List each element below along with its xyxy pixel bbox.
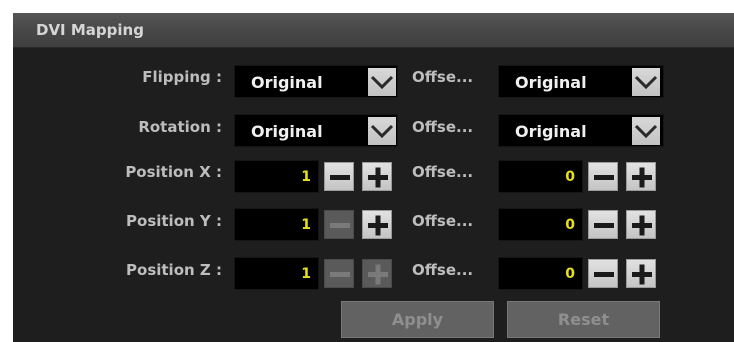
flipping-label: Flipping : <box>142 68 222 86</box>
position-x-offset-decrement-button[interactable] <box>588 162 618 191</box>
position-z-decrement-button[interactable] <box>324 259 354 288</box>
position-x-offset-increment-button[interactable] <box>626 162 656 191</box>
reset-button[interactable]: Reset <box>507 301 660 338</box>
flipping-offset-select[interactable]: Original <box>498 65 664 98</box>
position-z-offset-decrement-button[interactable] <box>588 259 618 288</box>
plus-icon <box>368 264 388 285</box>
flipping-value: Original <box>251 73 323 92</box>
position-z-value: 1 <box>301 266 311 282</box>
rotation-offset-label: Offse... <box>412 118 474 136</box>
position-z-label: Position Z : <box>126 261 222 279</box>
rotation-value: Original <box>251 122 323 141</box>
position-y-offset-field[interactable]: 0 <box>498 208 583 241</box>
apply-button[interactable]: Apply <box>341 301 494 338</box>
position-y-offset-label: Offse... <box>412 212 474 230</box>
minus-icon <box>594 272 614 277</box>
dvi-mapping-panel: DVI Mapping Flipping : Original Offse...… <box>13 13 734 342</box>
plus-icon <box>632 215 652 236</box>
position-x-label: Position X : <box>125 163 222 181</box>
position-y-offset-value: 0 <box>565 217 575 233</box>
position-z-offset-field[interactable]: 0 <box>498 257 583 290</box>
position-y-label: Position Y : <box>126 212 222 230</box>
position-y-decrement-button[interactable] <box>324 210 354 239</box>
minus-icon <box>594 175 614 180</box>
flipping-offset-value: Original <box>515 73 587 92</box>
position-z-offset-label: Offse... <box>412 261 474 279</box>
chevron-down-icon[interactable] <box>368 68 396 96</box>
plus-icon <box>632 167 652 188</box>
chevron-down-icon[interactable] <box>632 117 660 145</box>
position-z-offset-value: 0 <box>565 266 575 282</box>
position-y-offset-decrement-button[interactable] <box>588 210 618 239</box>
position-x-offset-field[interactable]: 0 <box>498 160 583 193</box>
position-x-field[interactable]: 1 <box>234 160 319 193</box>
position-y-value: 1 <box>301 217 311 233</box>
minus-icon <box>594 223 614 228</box>
position-x-offset-value: 0 <box>565 169 575 185</box>
rotation-offset-value: Original <box>515 122 587 141</box>
position-z-offset-increment-button[interactable] <box>626 259 656 288</box>
position-z-increment-button[interactable] <box>362 259 392 288</box>
rotation-offset-select[interactable]: Original <box>498 114 664 147</box>
rotation-select[interactable]: Original <box>234 114 398 147</box>
position-x-offset-label: Offse... <box>412 163 474 181</box>
position-y-field[interactable]: 1 <box>234 208 319 241</box>
plus-icon <box>368 167 388 188</box>
position-y-increment-button[interactable] <box>362 210 392 239</box>
minus-icon <box>330 223 350 228</box>
plus-icon <box>368 215 388 236</box>
position-x-increment-button[interactable] <box>362 162 392 191</box>
position-x-value: 1 <box>301 169 311 185</box>
plus-icon <box>632 264 652 285</box>
flipping-offset-label: Offse... <box>412 68 474 86</box>
chevron-down-icon[interactable] <box>632 68 660 96</box>
position-x-decrement-button[interactable] <box>324 162 354 191</box>
position-z-field[interactable]: 1 <box>234 257 319 290</box>
panel-header: DVI Mapping <box>13 13 734 48</box>
minus-icon <box>330 272 350 277</box>
panel-title: DVI Mapping <box>36 21 144 39</box>
position-y-offset-increment-button[interactable] <box>626 210 656 239</box>
minus-icon <box>330 175 350 180</box>
chevron-down-icon[interactable] <box>368 117 396 145</box>
rotation-label: Rotation : <box>138 118 222 136</box>
flipping-select[interactable]: Original <box>234 65 398 98</box>
